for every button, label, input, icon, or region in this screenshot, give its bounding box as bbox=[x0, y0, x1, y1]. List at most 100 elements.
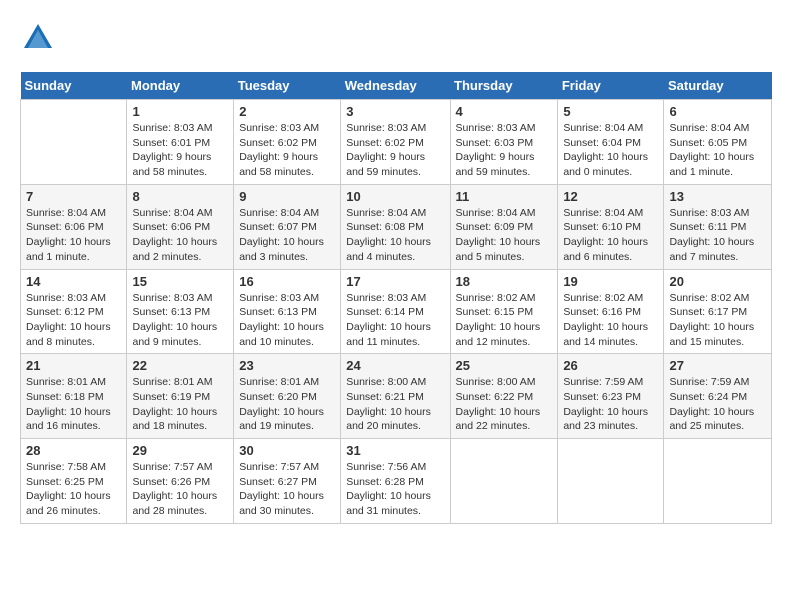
calendar-cell: 17 Sunrise: 8:03 AMSunset: 6:14 PMDayligh… bbox=[341, 269, 450, 354]
day-info: Sunrise: 8:02 AMSunset: 6:17 PMDaylight:… bbox=[669, 291, 766, 350]
calendar-cell bbox=[664, 439, 772, 524]
day-info: Sunrise: 8:03 AMSunset: 6:12 PMDaylight:… bbox=[26, 291, 121, 350]
day-number: 23 bbox=[239, 358, 335, 373]
day-info: Sunrise: 8:00 AMSunset: 6:22 PMDaylight:… bbox=[456, 375, 553, 434]
calendar-cell: 15 Sunrise: 8:03 AMSunset: 6:13 PMDayligh… bbox=[127, 269, 234, 354]
calendar-cell: 30Sunrise: 7:57 AMSunset: 6:27 PMDayligh… bbox=[234, 439, 341, 524]
day-info: Sunrise: 7:59 AMSunset: 6:23 PMDaylight:… bbox=[563, 375, 658, 434]
calendar-week-row: 28Sunrise: 7:58 AMSunset: 6:25 PMDayligh… bbox=[21, 439, 772, 524]
day-info: Sunrise: 7:59 AMSunset: 6:24 PMDaylight:… bbox=[669, 375, 766, 434]
day-info: Sunrise: 8:04 AMSunset: 6:04 PMDaylight:… bbox=[563, 121, 658, 180]
calendar-cell: 20 Sunrise: 8:02 AMSunset: 6:17 PMDayligh… bbox=[664, 269, 772, 354]
day-header-thursday: Thursday bbox=[450, 72, 558, 100]
calendar-cell: 27 Sunrise: 7:59 AMSunset: 6:24 PMDayligh… bbox=[664, 354, 772, 439]
day-number: 6 bbox=[669, 104, 766, 119]
day-number: 19 bbox=[563, 274, 658, 289]
day-number: 26 bbox=[563, 358, 658, 373]
day-info: Sunrise: 8:02 AMSunset: 6:16 PMDaylight:… bbox=[563, 291, 658, 350]
calendar-cell: 24 Sunrise: 8:00 AMSunset: 6:21 PMDayligh… bbox=[341, 354, 450, 439]
day-header-tuesday: Tuesday bbox=[234, 72, 341, 100]
day-info: Sunrise: 7:56 AMSunset: 6:28 PMDaylight:… bbox=[346, 460, 444, 519]
calendar-cell: 29Sunrise: 7:57 AMSunset: 6:26 PMDayligh… bbox=[127, 439, 234, 524]
day-info: Sunrise: 8:02 AMSunset: 6:15 PMDaylight:… bbox=[456, 291, 553, 350]
day-number: 14 bbox=[26, 274, 121, 289]
day-info: Sunrise: 8:03 AMSunset: 6:03 PMDaylight:… bbox=[456, 121, 553, 180]
calendar-week-row: 7 Sunrise: 8:04 AMSunset: 6:06 PMDaylight… bbox=[21, 184, 772, 269]
calendar-cell: 21Sunrise: 8:01 AMSunset: 6:18 PMDayligh… bbox=[21, 354, 127, 439]
day-number: 25 bbox=[456, 358, 553, 373]
day-info: Sunrise: 8:03 AMSunset: 6:02 PMDaylight:… bbox=[346, 121, 444, 180]
day-number: 13 bbox=[669, 189, 766, 204]
calendar-cell: 6 Sunrise: 8:04 AMSunset: 6:05 PMDaylight… bbox=[664, 100, 772, 185]
day-number: 8 bbox=[132, 189, 228, 204]
calendar-cell: 19 Sunrise: 8:02 AMSunset: 6:16 PMDayligh… bbox=[558, 269, 664, 354]
day-number: 7 bbox=[26, 189, 121, 204]
logo bbox=[20, 20, 60, 56]
day-info: Sunrise: 8:03 AMSunset: 6:11 PMDaylight:… bbox=[669, 206, 766, 265]
calendar-cell: 7 Sunrise: 8:04 AMSunset: 6:06 PMDaylight… bbox=[21, 184, 127, 269]
calendar-cell: 14 Sunrise: 8:03 AMSunset: 6:12 PMDayligh… bbox=[21, 269, 127, 354]
calendar-cell: 9Sunrise: 8:04 AMSunset: 6:07 PMDaylight… bbox=[234, 184, 341, 269]
day-info: Sunrise: 8:04 AMSunset: 6:09 PMDaylight:… bbox=[456, 206, 553, 265]
day-number: 17 bbox=[346, 274, 444, 289]
calendar-cell: 22 Sunrise: 8:01 AMSunset: 6:19 PMDayligh… bbox=[127, 354, 234, 439]
calendar-cell: 1Sunrise: 8:03 AMSunset: 6:01 PMDaylight… bbox=[127, 100, 234, 185]
day-info: Sunrise: 8:03 AMSunset: 6:13 PMDaylight:… bbox=[132, 291, 228, 350]
calendar-cell bbox=[21, 100, 127, 185]
calendar-cell: 16Sunrise: 8:03 AMSunset: 6:13 PMDayligh… bbox=[234, 269, 341, 354]
calendar-cell: 11 Sunrise: 8:04 AMSunset: 6:09 PMDayligh… bbox=[450, 184, 558, 269]
day-number: 2 bbox=[239, 104, 335, 119]
calendar-header-row: SundayMondayTuesdayWednesdayThursdayFrid… bbox=[21, 72, 772, 100]
day-info: Sunrise: 8:04 AMSunset: 6:06 PMDaylight:… bbox=[26, 206, 121, 265]
day-number: 20 bbox=[669, 274, 766, 289]
day-info: Sunrise: 7:57 AMSunset: 6:26 PMDaylight:… bbox=[132, 460, 228, 519]
day-number: 12 bbox=[563, 189, 658, 204]
day-header-sunday: Sunday bbox=[21, 72, 127, 100]
logo-icon bbox=[20, 20, 56, 56]
calendar-week-row: 1Sunrise: 8:03 AMSunset: 6:01 PMDaylight… bbox=[21, 100, 772, 185]
day-number: 15 bbox=[132, 274, 228, 289]
day-number: 11 bbox=[456, 189, 553, 204]
day-info: Sunrise: 8:04 AMSunset: 6:05 PMDaylight:… bbox=[669, 121, 766, 180]
day-number: 27 bbox=[669, 358, 766, 373]
day-info: Sunrise: 8:03 AMSunset: 6:13 PMDaylight:… bbox=[239, 291, 335, 350]
calendar-cell: 2 Sunrise: 8:03 AMSunset: 6:02 PMDaylight… bbox=[234, 100, 341, 185]
day-number: 22 bbox=[132, 358, 228, 373]
day-number: 21 bbox=[26, 358, 121, 373]
day-number: 18 bbox=[456, 274, 553, 289]
calendar-cell: 12 Sunrise: 8:04 AMSunset: 6:10 PMDayligh… bbox=[558, 184, 664, 269]
calendar-cell: 25 Sunrise: 8:00 AMSunset: 6:22 PMDayligh… bbox=[450, 354, 558, 439]
day-header-monday: Monday bbox=[127, 72, 234, 100]
calendar-table: SundayMondayTuesdayWednesdayThursdayFrid… bbox=[20, 72, 772, 524]
day-number: 9 bbox=[239, 189, 335, 204]
calendar-cell bbox=[558, 439, 664, 524]
calendar-week-row: 21Sunrise: 8:01 AMSunset: 6:18 PMDayligh… bbox=[21, 354, 772, 439]
calendar-cell: 31 Sunrise: 7:56 AMSunset: 6:28 PMDayligh… bbox=[341, 439, 450, 524]
day-number: 31 bbox=[346, 443, 444, 458]
day-number: 1 bbox=[132, 104, 228, 119]
page-header bbox=[20, 20, 772, 56]
day-info: Sunrise: 8:01 AMSunset: 6:19 PMDaylight:… bbox=[132, 375, 228, 434]
day-number: 28 bbox=[26, 443, 121, 458]
day-info: Sunrise: 7:57 AMSunset: 6:27 PMDaylight:… bbox=[239, 460, 335, 519]
day-info: Sunrise: 8:04 AMSunset: 6:10 PMDaylight:… bbox=[563, 206, 658, 265]
day-header-wednesday: Wednesday bbox=[341, 72, 450, 100]
day-info: Sunrise: 8:01 AMSunset: 6:20 PMDaylight:… bbox=[239, 375, 335, 434]
calendar-cell bbox=[450, 439, 558, 524]
day-number: 4 bbox=[456, 104, 553, 119]
calendar-cell: 23 Sunrise: 8:01 AMSunset: 6:20 PMDayligh… bbox=[234, 354, 341, 439]
day-info: Sunrise: 8:03 AMSunset: 6:14 PMDaylight:… bbox=[346, 291, 444, 350]
day-info: Sunrise: 8:03 AMSunset: 6:02 PMDaylight:… bbox=[239, 121, 335, 180]
day-number: 10 bbox=[346, 189, 444, 204]
calendar-cell: 13 Sunrise: 8:03 AMSunset: 6:11 PMDayligh… bbox=[664, 184, 772, 269]
calendar-cell: 26 Sunrise: 7:59 AMSunset: 6:23 PMDayligh… bbox=[558, 354, 664, 439]
day-header-saturday: Saturday bbox=[664, 72, 772, 100]
calendar-week-row: 14 Sunrise: 8:03 AMSunset: 6:12 PMDayligh… bbox=[21, 269, 772, 354]
day-header-friday: Friday bbox=[558, 72, 664, 100]
day-number: 24 bbox=[346, 358, 444, 373]
calendar-cell: 18 Sunrise: 8:02 AMSunset: 6:15 PMDayligh… bbox=[450, 269, 558, 354]
calendar-cell: 10Sunrise: 8:04 AMSunset: 6:08 PMDayligh… bbox=[341, 184, 450, 269]
calendar-cell: 5Sunrise: 8:04 AMSunset: 6:04 PMDaylight… bbox=[558, 100, 664, 185]
day-info: Sunrise: 8:00 AMSunset: 6:21 PMDaylight:… bbox=[346, 375, 444, 434]
calendar-cell: 28Sunrise: 7:58 AMSunset: 6:25 PMDayligh… bbox=[21, 439, 127, 524]
